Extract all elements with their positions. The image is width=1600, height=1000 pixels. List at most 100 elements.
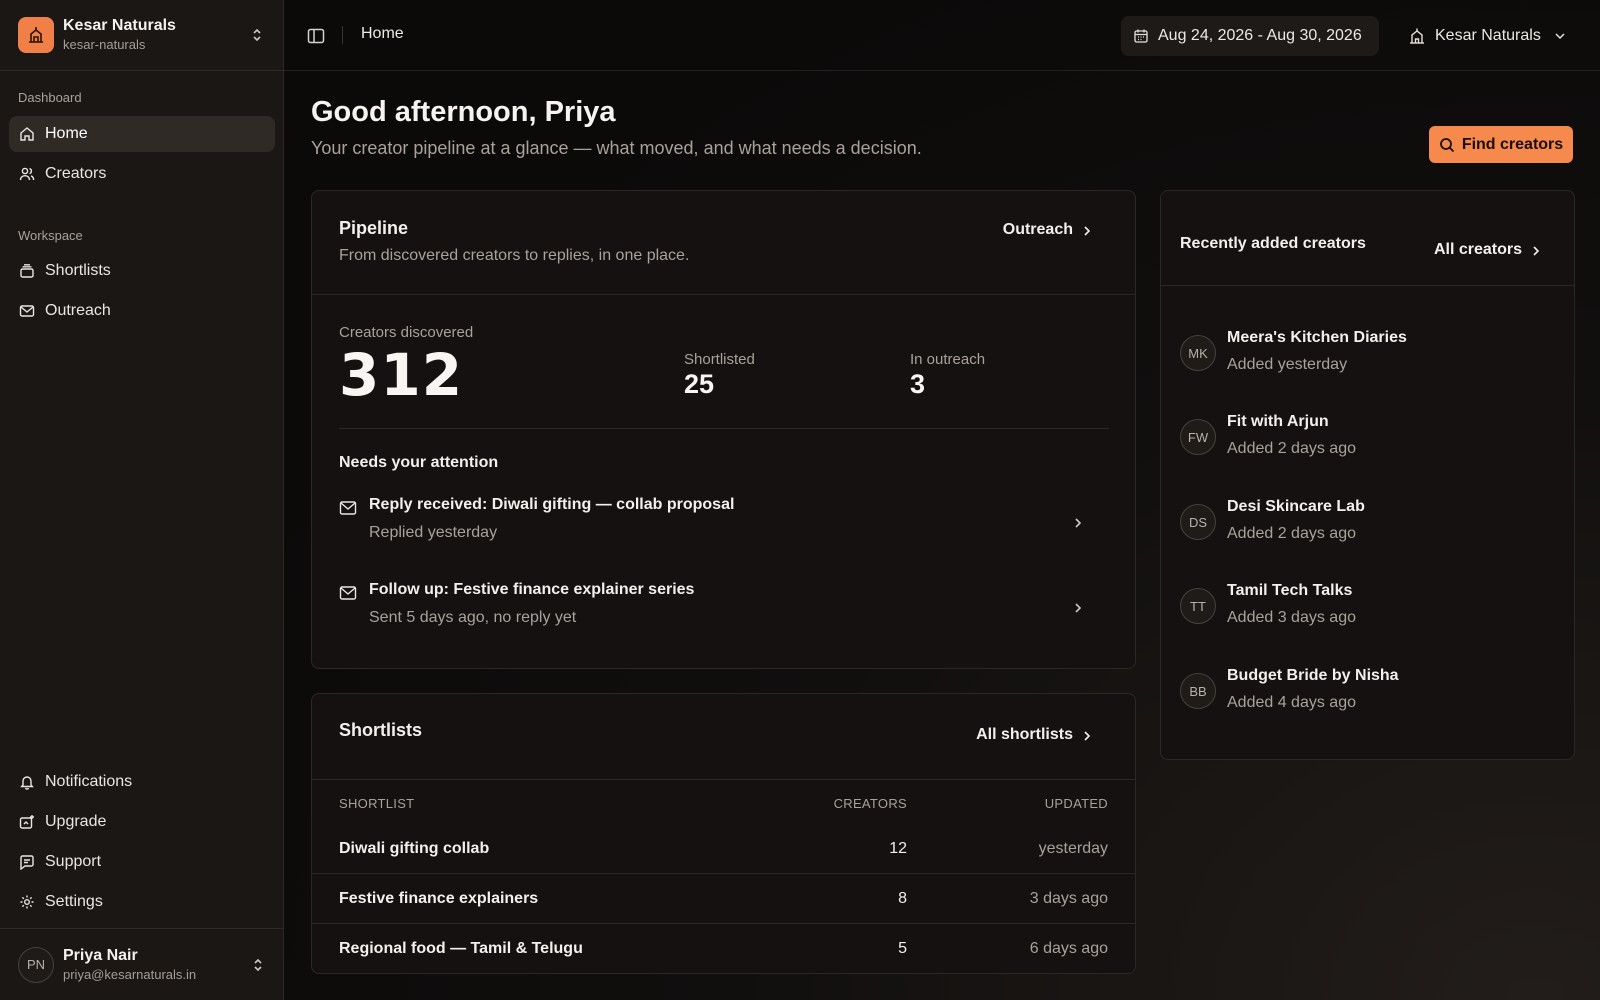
shortlist-updated: yesterday xyxy=(1038,840,1108,857)
recent-creators-title: Recently added creators xyxy=(1180,235,1366,252)
list-item[interactable]: BB Budget Bride by Nisha Added 4 days ag… xyxy=(1180,667,1550,727)
top-bar: Home Aug 24, 2026 - Aug 30, 2026 Kesar N… xyxy=(284,0,1600,71)
sidebar-item-outreach[interactable]: Outreach xyxy=(9,293,275,329)
sidebar-item-creators[interactable]: Creators xyxy=(9,156,275,192)
attention-item[interactable]: Reply received: Diwali gifting — collab … xyxy=(339,496,1084,556)
pipeline-description: From discovered creators to replies, in … xyxy=(339,247,690,264)
outreach-value: 3 xyxy=(910,369,926,399)
page-title: Good afternoon, Priya xyxy=(311,96,616,128)
avatar: MK xyxy=(1180,335,1216,371)
attention-item-title: Follow up: Festive finance explainer ser… xyxy=(369,581,695,598)
sidebar-item-label: Notifications xyxy=(45,773,133,790)
calendar-icon xyxy=(1133,28,1149,44)
sidebar-item-label: Shortlists xyxy=(45,262,111,279)
table-row[interactable]: Regional food — Tamil & Telugu 5 6 days … xyxy=(312,924,1135,974)
list-item[interactable]: MK Meera's Kitchen Diaries Added yesterd… xyxy=(1180,329,1550,389)
chat-icon xyxy=(18,853,36,871)
nav-section-workspace: Workspace xyxy=(18,228,83,243)
divider xyxy=(339,428,1109,429)
chevron-updown-icon xyxy=(249,27,265,43)
sparkle-icon xyxy=(18,813,36,831)
discovered-label: Creators discovered xyxy=(339,324,474,341)
divider xyxy=(342,26,343,44)
discovered-value: 312 xyxy=(339,341,464,409)
attention-item-subtitle: Replied yesterday xyxy=(369,524,498,541)
users-icon xyxy=(18,165,36,183)
attention-item[interactable]: Follow up: Festive finance explainer ser… xyxy=(339,581,1084,641)
search-icon xyxy=(1439,137,1455,153)
pipeline-title: Pipeline xyxy=(339,218,409,238)
pipeline-card: Pipeline From discovered creators to rep… xyxy=(311,190,1136,669)
all-shortlists-link[interactable]: All shortlists xyxy=(976,726,1093,744)
creator-name: Meera's Kitchen Diaries xyxy=(1227,329,1407,346)
mail-icon xyxy=(339,500,357,516)
date-range-picker[interactable]: Aug 24, 2026 - Aug 30, 2026 xyxy=(1121,16,1379,56)
sidebar-item-shortlists[interactable]: Shortlists xyxy=(9,253,275,289)
all-creators-link[interactable]: All creators xyxy=(1434,241,1542,259)
workspace-switcher[interactable]: Kesar Naturals kesar-naturals xyxy=(0,0,283,71)
all-creators-label: All creators xyxy=(1433,241,1522,258)
creator-name: Budget Bride by Nisha xyxy=(1227,667,1399,684)
avatar: DS xyxy=(1180,504,1216,540)
shortlist-name: Festive finance explainers xyxy=(339,890,539,907)
shortlist-name: Regional food — Tamil & Telugu xyxy=(339,940,583,957)
shortlist-updated: 3 days ago xyxy=(1029,890,1108,907)
home-icon xyxy=(18,125,36,143)
sidebar-item-label: Settings xyxy=(45,893,103,910)
creator-added: Added 2 days ago xyxy=(1227,525,1356,542)
shortlist-creators: 12 xyxy=(889,840,907,857)
avatar: BB xyxy=(1180,673,1216,709)
mail-icon xyxy=(18,302,36,320)
outreach-link[interactable]: Outreach xyxy=(1003,221,1093,239)
sidebar-item-label: Creators xyxy=(45,165,107,182)
gear-icon xyxy=(18,893,36,911)
shortlist-icon xyxy=(18,262,36,280)
sidebar-toggle-icon[interactable] xyxy=(306,26,326,46)
list-item[interactable]: TT Tamil Tech Talks Added 3 days ago xyxy=(1180,582,1550,642)
avatar: TT xyxy=(1180,588,1216,624)
creator-added: Added 3 days ago xyxy=(1227,609,1356,626)
sidebar-item-notifications[interactable]: Notifications xyxy=(9,764,275,800)
outreach-label: In outreach xyxy=(910,351,986,368)
sidebar-item-label: Upgrade xyxy=(45,813,107,830)
table-row[interactable]: Festive finance explainers 8 3 days ago xyxy=(312,874,1135,924)
sidebar-item-upgrade[interactable]: Upgrade xyxy=(9,804,275,840)
shortlists-title: Shortlists xyxy=(339,720,423,740)
main-content: Home Aug 24, 2026 - Aug 30, 2026 Kesar N… xyxy=(284,0,1600,1000)
recent-creators-card: Recently added creators All creators MK … xyxy=(1160,190,1575,760)
user-menu[interactable]: PN Priya Nair priya@kesarnaturals.in xyxy=(0,928,284,1000)
sidebar-item-label: Support xyxy=(45,853,102,870)
find-creators-label: Find creators xyxy=(1461,135,1564,153)
table-row[interactable]: Diwali gifting collab 12 yesterday xyxy=(312,824,1135,874)
chevron-right-icon xyxy=(1081,729,1093,741)
avatar: FW xyxy=(1180,419,1216,455)
breadcrumb: Home xyxy=(361,25,404,42)
list-item[interactable]: DS Desi Skincare Lab Added 2 days ago xyxy=(1180,498,1550,558)
column-header-updated: UPDATED xyxy=(1044,796,1108,811)
creator-name: Desi Skincare Lab xyxy=(1227,498,1365,515)
sidebar-item-label: Home xyxy=(45,125,88,142)
shortlisted-value: 25 xyxy=(684,369,715,399)
sidebar-item-support[interactable]: Support xyxy=(9,844,275,880)
shortlist-creators: 8 xyxy=(898,890,907,907)
chevron-right-icon xyxy=(1530,244,1542,256)
shortlisted-label: Shortlisted xyxy=(684,351,755,368)
sidebar-item-home[interactable]: Home xyxy=(9,116,275,152)
outreach-link-label: Outreach xyxy=(1002,221,1073,238)
avatar: PN xyxy=(18,946,54,983)
shortlists-card: Shortlists All shortlists SHORTLIST CREA… xyxy=(311,693,1136,974)
list-item[interactable]: FW Fit with Arjun Added 2 days ago xyxy=(1180,413,1550,473)
nav-section-dashboard: Dashboard xyxy=(18,90,82,105)
creator-name: Tamil Tech Talks xyxy=(1227,582,1353,599)
chevron-down-icon xyxy=(1553,29,1567,43)
chevron-updown-icon xyxy=(250,957,266,973)
creator-added: Added 2 days ago xyxy=(1227,440,1356,457)
shortlist-name: Diwali gifting collab xyxy=(339,840,490,857)
find-creators-button[interactable]: Find creators xyxy=(1429,126,1573,163)
attention-item-subtitle: Sent 5 days ago, no reply yet xyxy=(369,609,577,626)
date-range-label: Aug 24, 2026 - Aug 30, 2026 xyxy=(1158,27,1362,44)
org-switcher[interactable]: Kesar Naturals xyxy=(1408,16,1567,56)
creator-added: Added 4 days ago xyxy=(1227,694,1356,711)
sidebar: Kesar Naturals kesar-naturals Dashboard … xyxy=(0,0,284,1000)
sidebar-item-settings[interactable]: Settings xyxy=(9,884,275,920)
